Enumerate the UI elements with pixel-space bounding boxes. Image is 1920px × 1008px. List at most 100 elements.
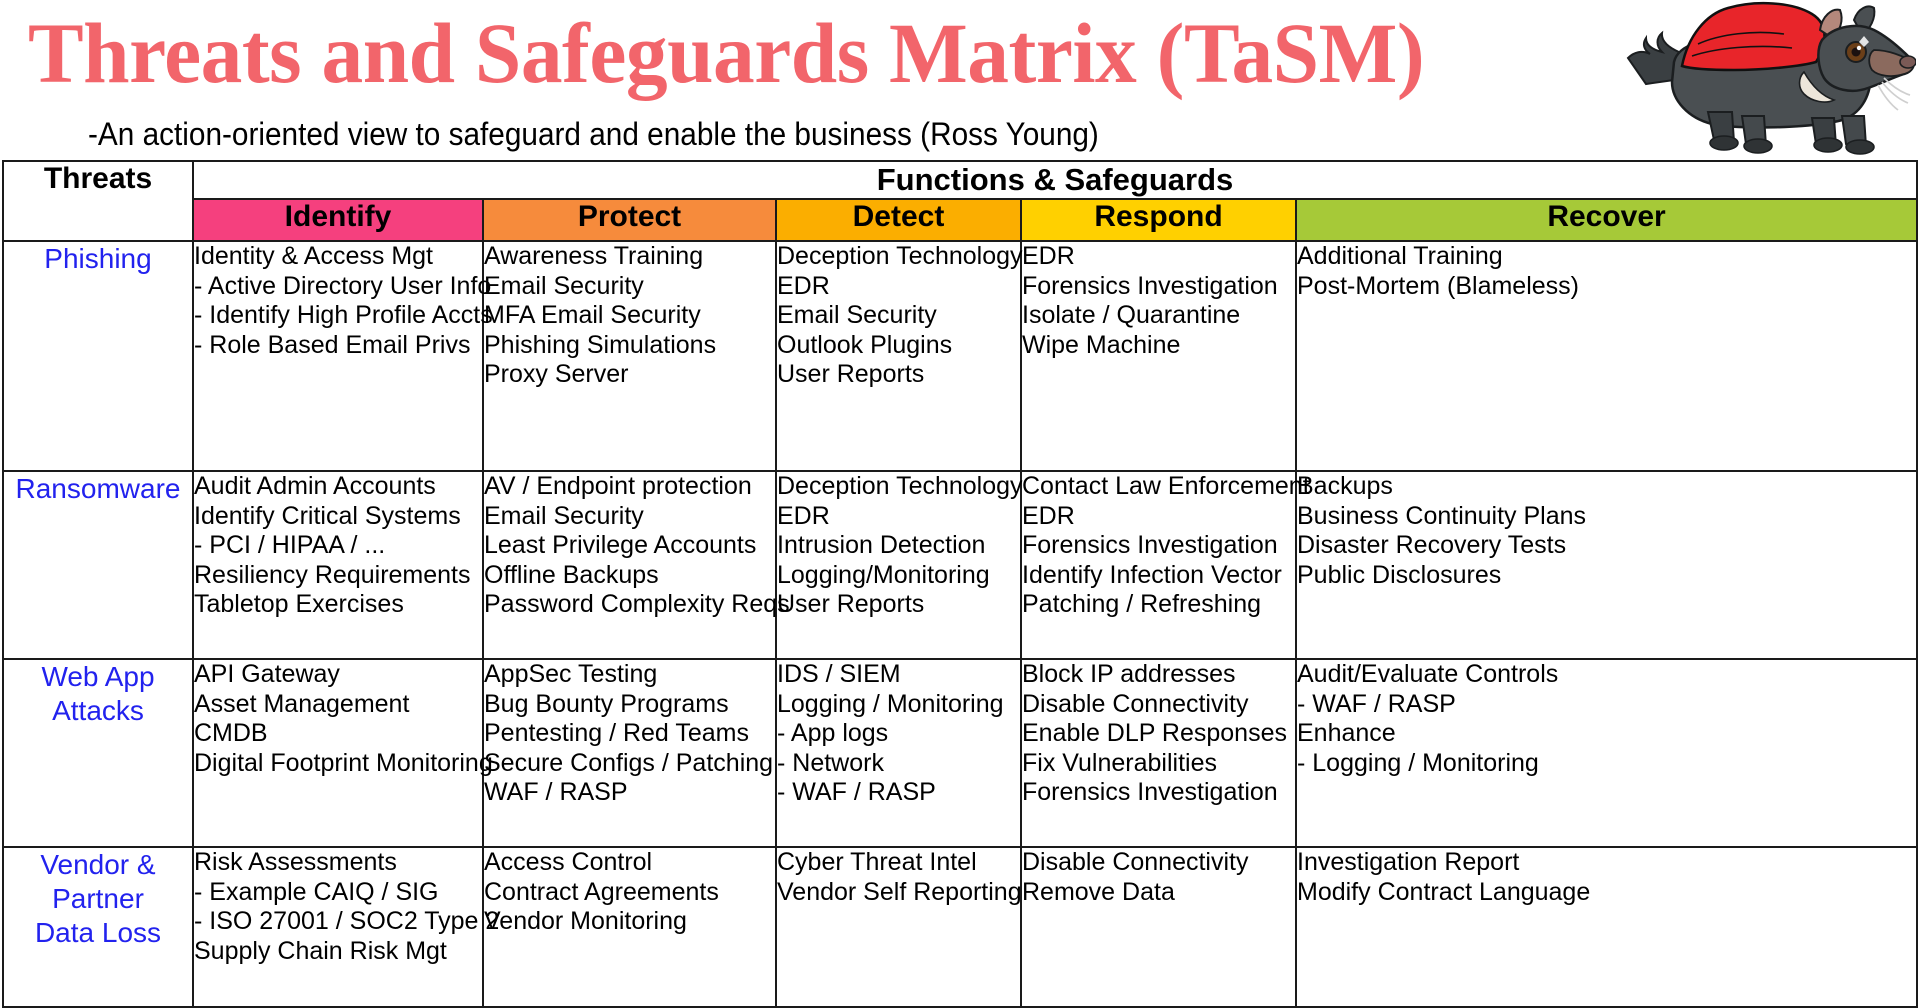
safeguard-item: Logging/Monitoring <box>777 560 990 589</box>
safeguard-item: Enable DLP Responses <box>1022 719 1287 747</box>
safeguard-cell-detect[interactable]: Deception Technology EDR Intrusion Detecti… <box>775 470 1023 660</box>
matrix-row: Ransomware Audit Admin Accounts Identify C… <box>2 470 1919 660</box>
safeguard-item: Outlook Plugins <box>777 330 953 359</box>
safeguard-list: IDS / SIEM Logging / Monitoring - App logs… <box>777 660 1020 808</box>
safeguard-item: Intrusion Detection <box>777 531 986 559</box>
threat-label-line: Data Loss <box>34 917 162 948</box>
safeguard-item: Supply Chain Risk Mgt <box>194 936 447 965</box>
function-header-identify[interactable]: Identify <box>192 198 484 242</box>
safeguard-item: Forensics Investigation <box>1022 778 1278 806</box>
safeguard-item: Identity & Access Mgt <box>194 242 433 270</box>
safeguard-list: Identity & Access Mgt - Active Directory … <box>194 242 493 360</box>
safeguard-item: Awareness Training <box>484 242 704 270</box>
safeguard-list: Audit Admin Accounts Identify Critical Sy… <box>194 472 482 620</box>
safeguard-cell-recover[interactable]: Backups Business Continuity Plans Disaster… <box>1294 470 1919 660</box>
threat-label[interactable]: Ransomware <box>2 470 194 660</box>
safeguard-item: WAF / RASP <box>484 778 628 806</box>
safeguard-item: Isolate / Quarantine <box>1022 301 1241 329</box>
safeguard-list: Contact Law Enforcement EDR Forensics Inve… <box>1022 472 1310 620</box>
safeguard-item: Business Continuity Plans <box>1297 501 1587 530</box>
safeguard-item: Email Security <box>484 501 644 530</box>
safeguard-item: Fix Vulnerabilities <box>1022 748 1217 777</box>
safeguard-cell-identify[interactable]: API Gateway Asset Management CMDB Digital F… <box>192 658 493 848</box>
safeguard-list: API Gateway Asset Management CMDB Digital F… <box>194 660 493 778</box>
safeguard-cell-respond[interactable]: Contact Law Enforcement EDR Forensics Inve… <box>1020 470 1310 660</box>
safeguard-cell-identify[interactable]: Audit Admin Accounts Identify Critical Sy… <box>192 470 484 660</box>
safeguard-item: Secure Configs / Patching <box>484 748 774 777</box>
safeguard-item: Least Privilege Accounts <box>484 531 757 559</box>
matrix-header-row-1: Threats Functions & Safeguards <box>2 160 1919 242</box>
safeguard-item: - Example CAIQ / SIG <box>194 877 439 906</box>
safeguard-cell-respond[interactable]: EDR Forensics Investigation Isolate / Quar… <box>1020 240 1297 472</box>
function-header-respond[interactable]: Respond <box>1020 198 1297 242</box>
safeguard-cell-detect[interactable]: Deception Technology EDR Email Security Out… <box>775 240 1023 472</box>
safeguard-item: Offline Backups <box>484 560 659 589</box>
safeguard-item: Patching / Refreshing <box>1022 590 1262 618</box>
safeguard-item: Pentesting / Red Teams <box>484 719 749 747</box>
safeguard-cell-protect[interactable]: Awareness Training Email Security MFA Emai… <box>482 240 777 472</box>
tasmanian-devil-superhero-icon <box>1626 1 1916 155</box>
safeguard-item: Email Security <box>484 271 644 300</box>
page-title: Threats and Safeguards Matrix (TaSM) <box>28 5 1425 101</box>
safeguard-item: Block IP addresses <box>1022 660 1236 688</box>
safeguard-cell-protect[interactable]: Access Control Contract Agreements Vendor … <box>482 846 777 1008</box>
safeguard-item: Identify Infection Vector <box>1022 560 1282 589</box>
threat-label-line: Ransomware <box>15 473 181 504</box>
function-header-protect[interactable]: Protect <box>482 198 777 242</box>
safeguard-item: EDR <box>1022 501 1075 530</box>
safeguard-item: Identify Critical Systems <box>194 501 461 530</box>
safeguard-list: Additional Training Post-Mortem (Blameles… <box>1297 242 1916 301</box>
safeguard-item: Vendor Monitoring <box>484 907 687 935</box>
safeguard-cell-protect[interactable]: AppSec Testing Bug Bounty Programs Pentest… <box>482 658 777 848</box>
safeguard-cell-identify[interactable]: Identity & Access Mgt - Active Directory … <box>192 240 493 472</box>
safeguard-list: Deception Technology EDR Intrusion Detecti… <box>777 472 1023 620</box>
safeguard-item: IDS / SIEM <box>777 660 901 688</box>
safeguard-cell-detect[interactable]: IDS / SIEM Logging / Monitoring - App logs… <box>775 658 1022 848</box>
safeguard-cell-protect[interactable]: AV / Endpoint protection Email Security Le… <box>482 470 790 660</box>
safeguard-list: AppSec Testing Bug Bounty Programs Pentest… <box>484 660 775 808</box>
safeguard-cell-identify[interactable]: Risk Assessments - Example CAIQ / SIG - IS… <box>192 846 499 1008</box>
function-header-detect[interactable]: Detect <box>775 198 1022 242</box>
safeguard-item: Audit Admin Accounts <box>194 472 436 500</box>
threat-label[interactable]: Vendor & Partner Data Loss <box>2 846 194 1008</box>
safeguard-item: Forensics Investigation <box>1022 271 1278 300</box>
safeguard-item: AppSec Testing <box>484 660 658 688</box>
page-header: Threats and Safeguards Matrix (TaSM) -An… <box>0 0 1920 160</box>
safeguard-item: Contact Law Enforcement <box>1022 472 1310 500</box>
safeguard-list: Backups Business Continuity Plans Disaster… <box>1297 472 1916 590</box>
functions-safeguards-header: Functions & Safeguards <box>191 160 1919 200</box>
safeguard-item: EDR <box>777 501 830 530</box>
safeguard-item: Disaster Recovery Tests <box>1297 531 1567 559</box>
safeguard-cell-recover[interactable]: Additional Training Post-Mortem (Blameles… <box>1294 240 1919 472</box>
safeguard-item: Email Security <box>777 301 937 329</box>
safeguard-item: - App logs <box>777 719 889 747</box>
safeguard-cell-respond[interactable]: Block IP addresses Disable Connectivity En… <box>1020 658 1297 848</box>
matrix-row: Vendor & Partner Data Loss Risk Assessments… <box>2 846 1919 1008</box>
safeguard-item: Phishing Simulations <box>484 330 717 359</box>
threat-label[interactable]: Phishing <box>2 240 194 472</box>
safeguard-item: Contract Agreements <box>484 877 719 906</box>
safeguard-item: Access Control <box>484 848 653 876</box>
matrix-header-row-2: Identify Protect Detect Respond Recover <box>3 198 1919 242</box>
safeguard-item: Audit/Evaluate Controls <box>1297 660 1559 688</box>
safeguard-cell-recover[interactable]: Investigation Report Modify Contract Lang… <box>1294 846 1919 1008</box>
safeguard-item: - WAF / RASP <box>1297 689 1456 718</box>
safeguard-cell-respond[interactable]: Disable Connectivity Remove Data <box>1020 846 1297 1008</box>
matrix-row: Web App Attacks API Gateway Asset Managemen… <box>2 658 1919 848</box>
safeguard-cell-detect[interactable]: Cyber Threat Intel Vendor Self Reporting <box>775 846 1022 1008</box>
safeguard-item: CMDB <box>194 719 268 747</box>
safeguard-item: - Identify High Profile Accts <box>194 301 493 329</box>
function-header-recover[interactable]: Recover <box>1294 198 1919 242</box>
safeguard-item: - Role Based Email Privs <box>194 330 471 359</box>
safeguard-list: Cyber Threat Intel Vendor Self Reporting <box>777 848 1022 907</box>
threat-label-line: Web App <box>41 661 155 692</box>
safeguard-item: Wipe Machine <box>1022 330 1181 359</box>
safeguard-item: Enhance <box>1297 719 1396 747</box>
safeguard-item: - Logging / Monitoring <box>1297 748 1539 777</box>
safeguard-item: Disable Connectivity <box>1022 689 1249 718</box>
safeguard-item: API Gateway <box>194 660 340 688</box>
safeguard-item: - Network <box>777 748 884 777</box>
safeguard-cell-recover[interactable]: Audit/Evaluate Controls - WAF / RASP Enhan… <box>1294 658 1919 848</box>
safeguard-item: Investigation Report <box>1297 848 1520 876</box>
threat-label[interactable]: Web App Attacks <box>2 658 194 848</box>
